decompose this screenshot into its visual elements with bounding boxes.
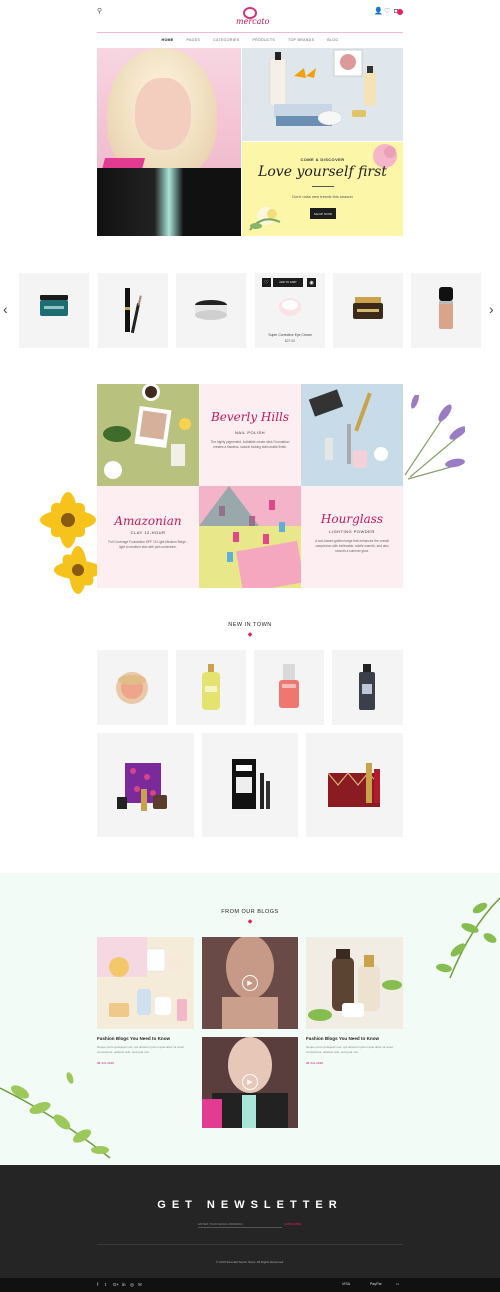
- collection-title: Beverly Hills: [210, 410, 290, 424]
- carousel-prev-icon[interactable]: ‹: [3, 301, 8, 317]
- product-card[interactable]: [97, 733, 194, 837]
- add-to-cart-button[interactable]: ADD TO CART: [273, 278, 303, 287]
- twitter-icon[interactable]: t: [105, 1282, 106, 1287]
- collection-amazonian[interactable]: Amazonian CLAY 12-HOUR Full Coverage Fou…: [97, 486, 199, 588]
- collection-hourglass[interactable]: Hourglass LIGHTING POWDER A sun-kissed g…: [301, 486, 403, 588]
- footer-bottom-bar: [0, 1278, 500, 1292]
- product-card[interactable]: [411, 273, 481, 348]
- product-card[interactable]: [202, 733, 298, 837]
- hero-model-image: [97, 48, 241, 236]
- mail-icon[interactable]: ✉: [138, 1282, 142, 1288]
- nav-blog[interactable]: BLOG: [327, 38, 338, 42]
- newsletter-title: GET NEWSLETTER: [157, 1199, 343, 1211]
- blog-meta: 08 JUL 2016: [97, 1061, 114, 1065]
- cart-count-badge: [397, 9, 403, 15]
- subscribe-button[interactable]: SUBSCRIBE: [284, 1222, 302, 1228]
- product-card[interactable]: [176, 273, 246, 348]
- copyright-text: © 2016 Emerald Senior Store. All Rights …: [216, 1260, 284, 1264]
- facebook-icon[interactable]: f: [97, 1282, 98, 1287]
- collection-desc: Full Coverage Foundation SPF 15 Light-Me…: [108, 540, 188, 549]
- linkedin-icon[interactable]: in: [122, 1282, 126, 1287]
- blog-image[interactable]: [97, 937, 194, 1029]
- blog-video[interactable]: ▶: [202, 1037, 298, 1128]
- user-icon[interactable]: 👤: [374, 7, 383, 15]
- section-divider-icon: ◆: [247, 919, 253, 925]
- leaf-decoration: [436, 897, 500, 979]
- section-title-new-in-town: NEW IN TOWN: [228, 622, 272, 628]
- newsletter-email-input[interactable]: ENTER YOUR EMAIL ADDRESS: [198, 1222, 282, 1228]
- paypal-icon: PayPal: [370, 1282, 382, 1286]
- product-card[interactable]: [19, 273, 89, 348]
- search-icon[interactable]: ⚲: [97, 7, 102, 15]
- hero-title: Love yourself first: [258, 164, 387, 180]
- hero-subtitle: Don't miss new trends this season: [292, 194, 353, 199]
- blog-title[interactable]: Fashion Blogs You Need to Know: [306, 1036, 379, 1041]
- collection-title: Hourglass: [320, 512, 384, 526]
- product-price: $27.00: [284, 339, 296, 343]
- blog-title[interactable]: Fashion Blogs You Need to Know: [97, 1036, 170, 1041]
- collection-subtitle: LIGHTING POWDER: [329, 529, 375, 534]
- collection-subtitle: NAIL POLISH: [234, 430, 266, 435]
- blog-video[interactable]: ▶: [202, 937, 298, 1029]
- leaf-decoration: [0, 1072, 111, 1159]
- product-card[interactable]: [97, 650, 168, 725]
- collection-title: Amazonian: [114, 514, 182, 528]
- page: ⚲ mercato 👤 ♡ ◘ HOME PAGES CATEGORIES PR…: [0, 0, 500, 1292]
- lavender-decoration: [404, 395, 465, 480]
- google-plus-icon[interactable]: G+: [113, 1282, 119, 1287]
- section-divider-icon: ◆: [247, 632, 253, 638]
- blog-excerpt: Neque porro quisquam est, qui dolorem ip…: [97, 1045, 185, 1054]
- logo-text[interactable]: mercato: [236, 17, 269, 26]
- hero-divider: [312, 186, 334, 187]
- wishlist-icon[interactable]: ♡: [262, 278, 271, 287]
- nav-categories[interactable]: CATEGORIES: [213, 38, 239, 42]
- collection-photo-tile: [199, 486, 301, 588]
- collection-photo-tile: [301, 384, 403, 486]
- blog-excerpt: Neque porro quisquam est, qui dolorem ip…: [306, 1045, 394, 1054]
- product-card[interactable]: [333, 273, 403, 348]
- play-icon[interactable]: ▶: [242, 975, 258, 991]
- shop-now-button[interactable]: SHOP NOW: [310, 208, 336, 219]
- footer-divider: [97, 1244, 403, 1245]
- collection-desc: A sun-kissed golden beige that enhances …: [315, 539, 389, 553]
- card-icon: ▭: [396, 1282, 400, 1286]
- hero-products-image: [242, 48, 403, 141]
- section-title-blogs: FROM OUR BLOGS: [221, 909, 279, 915]
- hero-promo-panel: COME & DISCOVER Love yourself first Don'…: [242, 142, 403, 236]
- blog-meta: 08 JUL 2016: [306, 1061, 323, 1065]
- collection-desc: The highly pigmented, buildable cream st…: [210, 440, 290, 449]
- heart-icon[interactable]: ♡: [384, 7, 390, 15]
- product-card[interactable]: [332, 650, 403, 725]
- instagram-icon[interactable]: ◎: [130, 1282, 134, 1288]
- main-nav: HOME PAGES CATEGORIES PRODUCTS TOP BRAND…: [97, 32, 403, 47]
- carousel-next-icon[interactable]: ›: [489, 301, 494, 317]
- collection-subtitle: CLAY 12-HOUR: [130, 530, 166, 535]
- product-card[interactable]: [98, 273, 168, 348]
- collection-photo-tile: [97, 384, 199, 486]
- visa-icon: VISA: [342, 1282, 351, 1286]
- nav-home[interactable]: HOME: [162, 38, 174, 42]
- product-card[interactable]: [176, 650, 246, 725]
- product-title[interactable]: Super Corrective Eye Cream: [255, 333, 325, 337]
- collection-beverly-hills[interactable]: Beverly Hills NAIL POLISH The highly pig…: [199, 384, 301, 486]
- blog-image[interactable]: [306, 937, 403, 1029]
- nav-products[interactable]: PRODUCTS: [252, 38, 275, 42]
- hero-kicker: COME & DISCOVER: [300, 157, 345, 162]
- play-icon[interactable]: ▶: [242, 1074, 258, 1090]
- nav-pages[interactable]: PAGES: [187, 38, 201, 42]
- quick-view-icon[interactable]: ◉: [307, 278, 316, 287]
- nav-top-brands[interactable]: TOP BRANDS: [288, 38, 314, 42]
- product-card[interactable]: [306, 733, 403, 837]
- product-card[interactable]: [254, 650, 324, 725]
